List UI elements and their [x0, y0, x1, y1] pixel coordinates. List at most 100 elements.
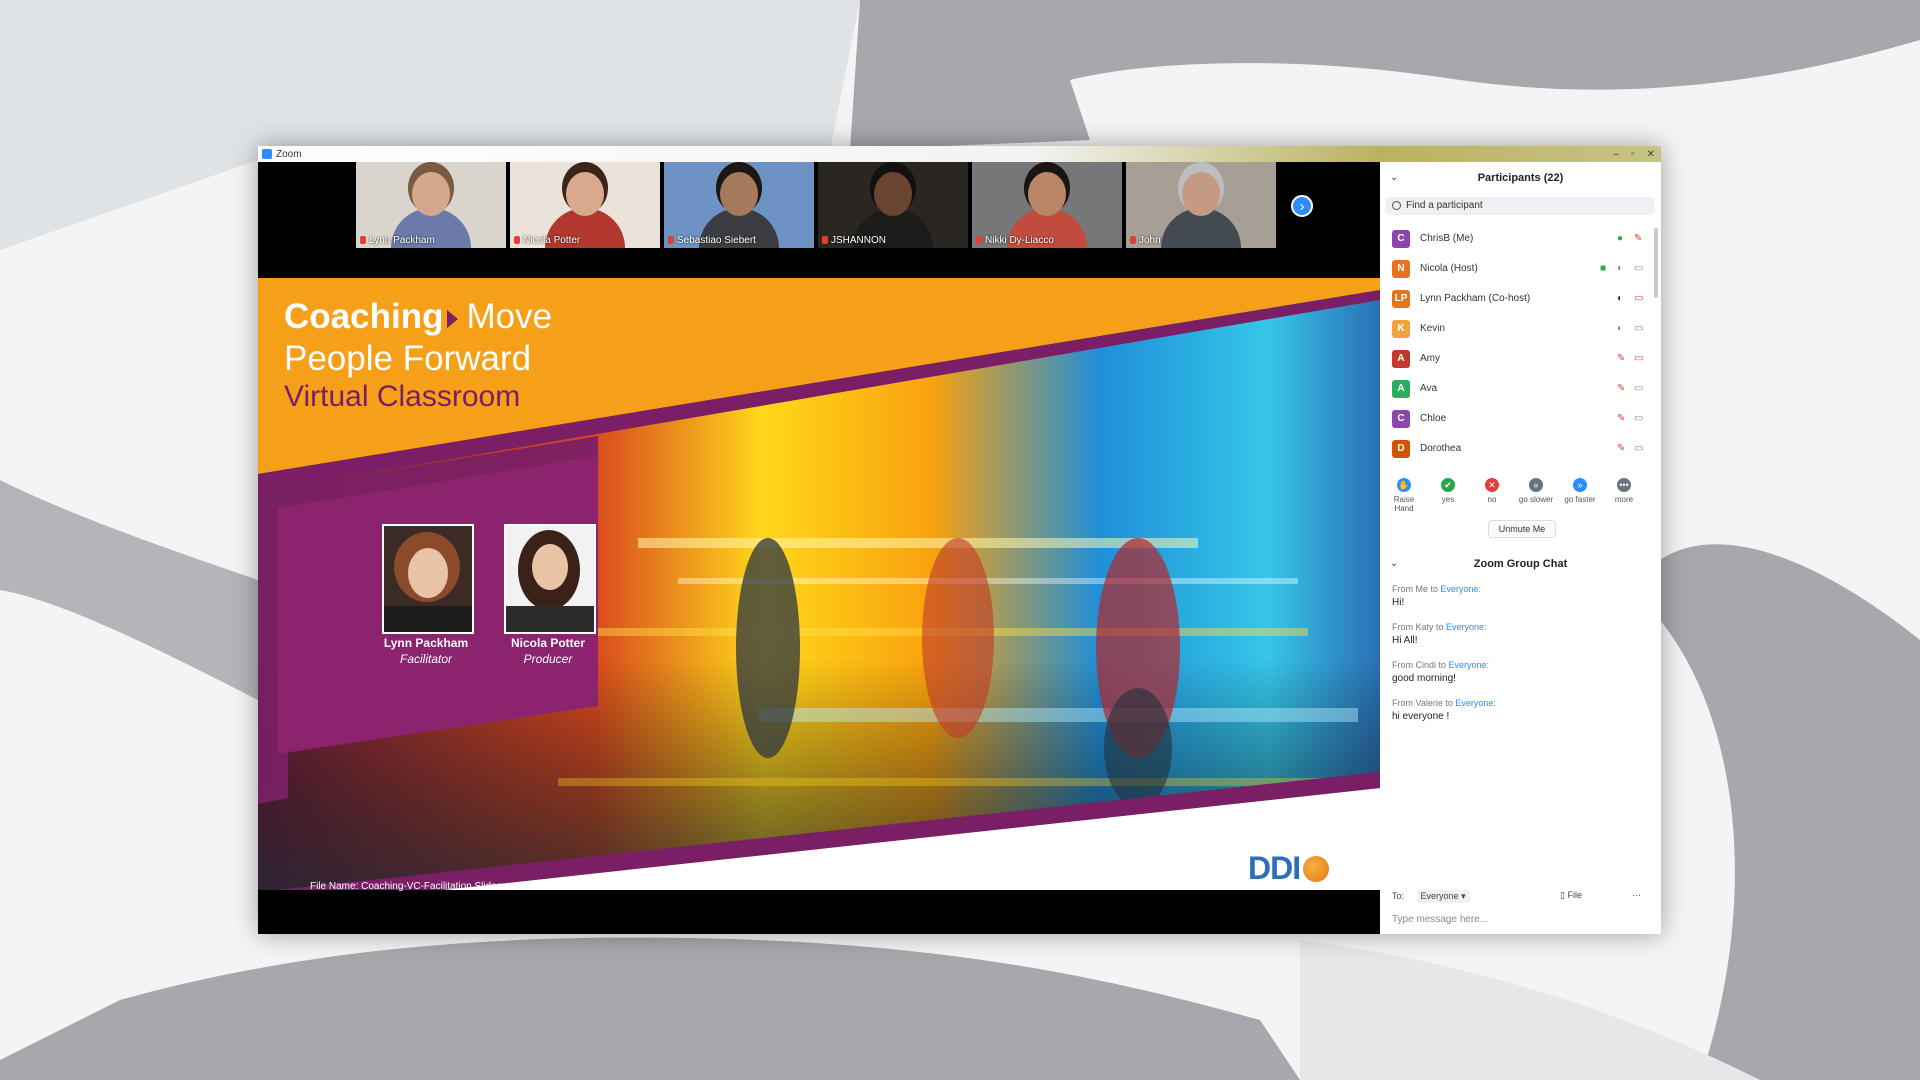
avatar: K: [1392, 320, 1410, 338]
participant-head: [412, 172, 450, 216]
video-icon[interactable]: ▭: [1634, 443, 1643, 454]
tile-name: John: [1139, 235, 1161, 246]
logo-text: DDI: [1248, 850, 1301, 886]
avatar: A: [1392, 380, 1410, 398]
mic-muted-icon[interactable]: ✎: [1617, 353, 1625, 364]
mic-icon[interactable]: ◐: [1617, 293, 1623, 304]
participant-name: Ava: [1420, 383, 1438, 394]
no-button[interactable]: ✕ no: [1472, 478, 1512, 504]
video-tile[interactable]: Sebastiao Siebert: [664, 162, 814, 248]
chat-message: From Katy to Everyone: Hi All!: [1392, 622, 1652, 646]
mic-muted-icon[interactable]: ✎: [1617, 413, 1625, 424]
more-button[interactable]: ••• more: [1604, 478, 1644, 504]
video-tile[interactable]: Lynn Packham: [356, 162, 506, 248]
go-faster-button[interactable]: » go faster: [1560, 478, 1600, 504]
video-off-icon[interactable]: ▭: [1634, 353, 1643, 364]
chat-sender: From Me to: [1392, 584, 1439, 594]
presenter-shirt: [384, 606, 472, 632]
rewind-icon: «: [1529, 478, 1543, 492]
participant-row[interactable]: C ChrisB (Me) ● ✎: [1380, 224, 1661, 254]
tile-name: Lynn Packham: [369, 235, 435, 246]
mic-muted-icon[interactable]: ✎: [1617, 383, 1625, 394]
maximize-button[interactable]: ▫: [1631, 149, 1635, 160]
recipient-value: Everyone: [1420, 891, 1459, 901]
chat-text: good morning!: [1392, 673, 1456, 684]
chat-recipient: Everyone:: [1440, 584, 1482, 594]
chat-input[interactable]: Type message here...: [1392, 914, 1488, 925]
participant-search-input[interactable]: Find a participant: [1386, 197, 1654, 215]
video-tile[interactable]: Nikki Dy-Liacco: [972, 162, 1122, 248]
yes-button[interactable]: ✔ yes: [1428, 478, 1468, 504]
participant-row[interactable]: N Nicola (Host) ■ ◐ ▭: [1380, 254, 1661, 284]
participant-head: [566, 172, 604, 216]
mic-muted-icon[interactable]: ✎: [1617, 443, 1625, 454]
fast-forward-icon: »: [1573, 478, 1587, 492]
to-label: To:: [1392, 891, 1405, 901]
chat-sender: From Valerie to: [1392, 698, 1453, 708]
title-line2: People Forward: [284, 339, 532, 378]
raise-hand-button[interactable]: ✋ Raise Hand: [1384, 478, 1424, 513]
triangle-arrow-icon: [447, 309, 459, 328]
chat-footer: To: Everyone ▾ ▯ File ···: [1392, 890, 1650, 903]
participant-name: Amy: [1420, 353, 1440, 364]
avatar: D: [1392, 440, 1410, 458]
mic-muted-icon: [1130, 236, 1136, 245]
presenter-name: Nicola Potter: [510, 636, 585, 650]
go-slower-button[interactable]: « go slower: [1516, 478, 1556, 504]
recipient-dropdown[interactable]: Everyone ▾: [1416, 890, 1470, 903]
reaction-label: Raise Hand: [1393, 495, 1415, 513]
video-tile[interactable]: John: [1126, 162, 1276, 248]
mic-icon[interactable]: ◐: [1617, 323, 1623, 334]
screen-share-icon: ■: [1600, 263, 1607, 274]
video-icon[interactable]: ▭: [1634, 323, 1643, 334]
tile-name: Sebastiao Siebert: [677, 235, 756, 246]
title-rest: Move: [466, 297, 553, 336]
participant-row[interactable]: K Kevin ◐ ▭: [1380, 314, 1661, 344]
mic-muted-icon: [360, 236, 366, 245]
participant-row[interactable]: A Amy ✎ ▭: [1380, 344, 1661, 374]
chevron-right-icon: ›: [1299, 198, 1305, 215]
participant-row[interactable]: LP Lynn Packham (Co-host) ◐ ▭: [1380, 284, 1661, 314]
unmute-me-button[interactable]: Unmute Me: [1488, 520, 1556, 538]
participant-scrollbar[interactable]: [1654, 228, 1658, 298]
chat-text: Hi!: [1392, 597, 1405, 608]
chat-message: From Me to Everyone: Hi!: [1392, 584, 1652, 608]
participant-row[interactable]: A Ava ✎ ▭: [1380, 374, 1661, 404]
reaction-label: no: [1487, 495, 1497, 504]
video-tile[interactable]: Nicola Potter: [510, 162, 660, 248]
next-page-button[interactable]: ›: [1291, 195, 1313, 217]
avatar: N: [1392, 260, 1410, 278]
minimize-button[interactable]: –: [1614, 149, 1620, 160]
video-icon[interactable]: ▭: [1634, 263, 1643, 274]
mic-icon[interactable]: ◐: [1617, 263, 1623, 274]
chat-text: hi everyone !: [1392, 711, 1450, 722]
presenter-photo: [504, 524, 596, 634]
reaction-label: go faster: [1564, 495, 1596, 504]
presenter-role: Producer: [523, 652, 573, 666]
participant-name: Chloe: [1420, 413, 1447, 424]
window-title: Zoom: [276, 148, 302, 160]
zoom-window: Zoom – ▫ ✕ Lynn Packham Nicola Potter Se…: [258, 146, 1661, 934]
participant-head: [720, 172, 758, 216]
shared-slide: Coaching Move People Forward Virtual Clas…: [258, 278, 1380, 910]
reaction-bar: ✋ Raise Hand ✔ yes ✕ no « go slower » go…: [1380, 478, 1661, 518]
participant-row[interactable]: C Chloe ✎ ▭: [1380, 404, 1661, 434]
chat-more-button[interactable]: ···: [1632, 890, 1641, 900]
video-off-icon[interactable]: ▭: [1634, 293, 1643, 304]
close-button[interactable]: ✕: [1647, 149, 1655, 160]
reaction-label: more: [1614, 495, 1634, 504]
video-icon[interactable]: ▭: [1634, 413, 1643, 424]
mic-muted-icon[interactable]: ✎: [1634, 233, 1642, 244]
avatar: C: [1392, 230, 1410, 248]
participant-row[interactable]: D Dorothea ✎ ▭: [1380, 434, 1661, 464]
chat-recipient: Everyone:: [1446, 622, 1487, 632]
video-icon[interactable]: ▭: [1634, 383, 1643, 394]
video-tile[interactable]: JSHANNON: [818, 162, 968, 248]
slide-subtitle: Virtual Classroom: [284, 380, 521, 413]
mic-muted-icon: [514, 236, 520, 245]
file-button[interactable]: ▯ File: [1560, 890, 1582, 901]
raise-hand-icon: ✋: [1397, 478, 1411, 492]
file-icon: ▯: [1560, 890, 1565, 900]
mic-muted-icon: [822, 236, 828, 245]
mic-muted-icon: [668, 236, 674, 245]
